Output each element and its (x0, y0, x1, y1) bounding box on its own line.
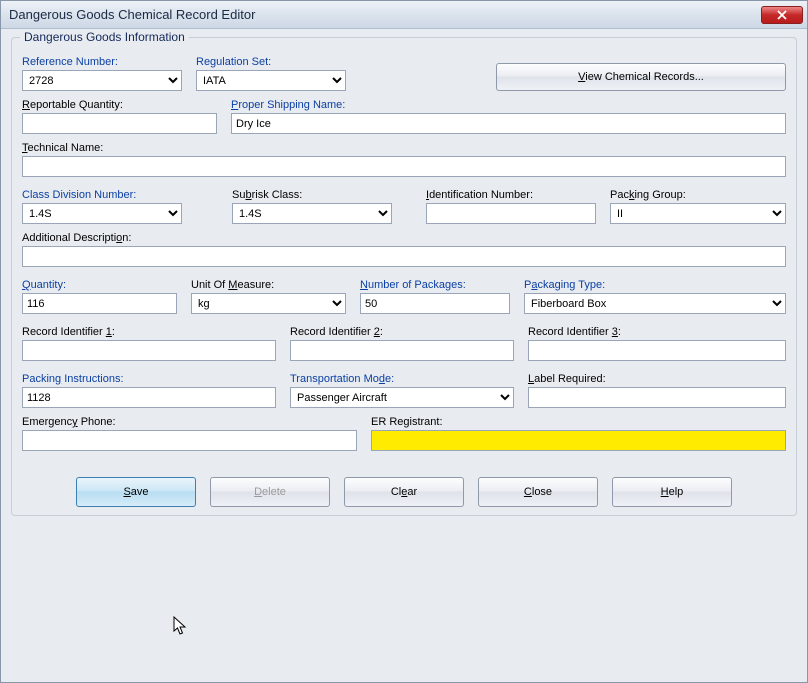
close-icon (777, 10, 787, 20)
packaging-type-select[interactable]: Fiberboard Box (524, 293, 786, 314)
er-registrant-input[interactable] (371, 430, 786, 451)
record-identifier-1-label: Record Identifier 1: (22, 326, 276, 338)
regulation-set-label: Regulation Set: (196, 56, 346, 68)
record-identifier-2-input[interactable] (290, 340, 514, 361)
reportable-quantity-input[interactable] (22, 113, 217, 134)
er-registrant-label: ER Registrant: (371, 416, 786, 428)
content-area: Dangerous Goods Information Reference Nu… (1, 29, 807, 526)
window-title: Dangerous Goods Chemical Record Editor (9, 7, 761, 22)
packing-group-label: Packing Group: (610, 189, 786, 201)
save-button[interactable]: Save (76, 477, 196, 507)
packing-instructions-label: Packing Instructions: (22, 373, 276, 385)
group-legend: Dangerous Goods Information (20, 30, 189, 44)
proper-shipping-name-input[interactable] (231, 113, 786, 134)
technical-name-label: Technical Name: (22, 142, 786, 154)
packing-group-select[interactable]: II (610, 203, 786, 224)
reference-number-label: Reference Number: (22, 56, 182, 68)
dialog-window: Dangerous Goods Chemical Record Editor D… (0, 0, 808, 683)
label-required-input[interactable] (528, 387, 786, 408)
identification-number-input[interactable] (426, 203, 596, 224)
window-close-button[interactable] (761, 6, 803, 24)
reference-number-select[interactable]: 2728 (22, 70, 182, 91)
additional-description-input[interactable] (22, 246, 786, 267)
quantity-label: Quantity: (22, 279, 177, 291)
packing-instructions-input[interactable] (22, 387, 276, 408)
emergency-phone-input[interactable] (22, 430, 357, 451)
delete-button[interactable]: Delete (210, 477, 330, 507)
unit-of-measure-label: Unit Of Measure: (191, 279, 346, 291)
proper-shipping-name-label: Proper Shipping Name: (231, 99, 786, 111)
record-identifier-1-input[interactable] (22, 340, 276, 361)
dangerous-goods-group: Dangerous Goods Information Reference Nu… (11, 37, 797, 516)
number-of-packages-input[interactable] (360, 293, 510, 314)
record-identifier-3-label: Record Identifier 3: (528, 326, 786, 338)
subrisk-class-select[interactable]: 1.4S (232, 203, 392, 224)
label-required-label: Label Required: (528, 373, 786, 385)
titlebar: Dangerous Goods Chemical Record Editor (1, 1, 807, 29)
subrisk-class-label: Subrisk Class: (232, 189, 392, 201)
transportation-mode-select[interactable]: Passenger Aircraft (290, 387, 514, 408)
view-chemical-records-button[interactable]: View Chemical Records... (496, 63, 786, 91)
button-row: Save Delete Clear Close Help (22, 477, 786, 507)
reportable-quantity-label: Reportable Quantity: (22, 99, 217, 111)
close-button[interactable]: Close (478, 477, 598, 507)
class-division-select[interactable]: 1.4S (22, 203, 182, 224)
help-button[interactable]: Help (612, 477, 732, 507)
transportation-mode-label: Transportation Mode: (290, 373, 514, 385)
record-identifier-3-input[interactable] (528, 340, 786, 361)
identification-number-label: Identification Number: (426, 189, 596, 201)
emergency-phone-label: Emergency Phone: (22, 416, 357, 428)
class-division-label: Class Division Number: (22, 189, 182, 201)
cursor-icon (173, 616, 191, 638)
record-identifier-2-label: Record Identifier 2: (290, 326, 514, 338)
quantity-input[interactable] (22, 293, 177, 314)
clear-button[interactable]: Clear (344, 477, 464, 507)
regulation-set-select[interactable]: IATA (196, 70, 346, 91)
additional-description-label: Additional Description: (22, 232, 786, 244)
unit-of-measure-select[interactable]: kg (191, 293, 346, 314)
technical-name-input[interactable] (22, 156, 786, 177)
packaging-type-label: Packaging Type: (524, 279, 786, 291)
number-of-packages-label: Number of Packages: (360, 279, 510, 291)
